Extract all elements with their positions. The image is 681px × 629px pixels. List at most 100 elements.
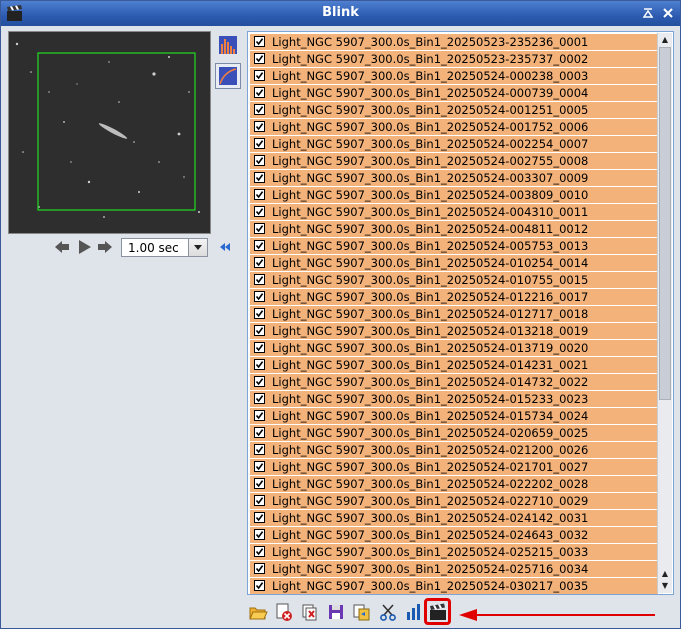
checkbox[interactable] [254,138,265,149]
checkbox[interactable] [254,495,265,506]
checkbox[interactable] [254,393,265,404]
shade-icon[interactable] [641,6,655,20]
list-item[interactable]: Light_NGC 5907_300.0s_Bin1_20250524-0212… [250,442,658,459]
checkbox[interactable] [254,291,265,302]
checkbox[interactable] [254,240,265,251]
list-item[interactable]: Light_NGC 5907_300.0s_Bin1_20250524-0142… [250,357,658,374]
list-item[interactable]: Light_NGC 5907_300.0s_Bin1_20250524-0222… [250,476,658,493]
list-item[interactable]: Light_NGC 5907_300.0s_Bin1_20250524-0038… [250,187,658,204]
file-name: Light_NGC 5907_300.0s_Bin1_20250524-0157… [272,409,589,423]
checkbox[interactable] [254,308,265,319]
file-name: Light_NGC 5907_300.0s_Bin1_20250524-0102… [272,256,589,270]
list-item[interactable]: Light_NGC 5907_300.0s_Bin1_20250524-0252… [250,544,658,561]
checkbox[interactable] [254,529,265,540]
close-icon[interactable] [661,6,675,20]
list-item[interactable]: Light_NGC 5907_300.0s_Bin1_20250524-0007… [250,85,658,102]
scroll-down-icon[interactable]: ▼ [659,580,671,592]
scroll-up-icon-2[interactable]: ▲ [659,568,671,580]
checkbox[interactable] [254,546,265,557]
save-icon[interactable] [326,602,346,622]
checkbox[interactable] [254,342,265,353]
next-image-icon[interactable] [96,238,114,256]
interval-select[interactable]: 1.00 sec [121,238,208,257]
file-name: Light_NGC 5907_300.0s_Bin1_20250524-0107… [272,273,589,287]
checkbox[interactable] [254,444,265,455]
file-name: Light_NGC 5907_300.0s_Bin1_20250524-0302… [272,579,589,593]
crop-icon[interactable] [378,602,398,622]
close-selected-icon[interactable] [274,602,294,622]
file-name: Light_NGC 5907_300.0s_Bin1_20250524-0147… [272,375,589,389]
checkbox[interactable] [254,325,265,336]
checkbox[interactable] [254,206,265,217]
close-all-icon[interactable] [300,602,320,622]
preview-image[interactable] [8,31,211,234]
checkbox[interactable] [254,410,265,421]
list-item[interactable]: Light_NGC 5907_300.0s_Bin1_20250524-0257… [250,561,658,578]
checkbox[interactable] [254,512,265,523]
list-item[interactable]: Light_NGC 5907_300.0s_Bin1_20250523-2357… [250,51,658,68]
list-item[interactable]: Light_NGC 5907_300.0s_Bin1_20250524-0246… [250,527,658,544]
checkbox[interactable] [254,274,265,285]
list-item[interactable]: Light_NGC 5907_300.0s_Bin1_20250524-0002… [250,68,658,85]
rewind-icon[interactable] [216,238,234,256]
list-item[interactable]: Light_NGC 5907_300.0s_Bin1_20250524-0147… [250,374,658,391]
list-item[interactable]: Light_NGC 5907_300.0s_Bin1_20250524-0122… [250,289,658,306]
checkbox[interactable] [254,36,265,47]
checkbox[interactable] [254,580,265,591]
vertical-scrollbar[interactable]: ▲ ▲ ▼ [657,33,672,593]
list-item[interactable]: Light_NGC 5907_300.0s_Bin1_20250524-0022… [250,136,658,153]
checkbox[interactable] [254,359,265,370]
checkbox[interactable] [254,121,265,132]
list-item[interactable]: Light_NGC 5907_300.0s_Bin1_20250524-0017… [250,119,658,136]
scrollbar-thumb[interactable] [659,47,671,400]
list-item[interactable]: Light_NGC 5907_300.0s_Bin1_20250524-0302… [250,578,658,594]
checkbox[interactable] [254,70,265,81]
list-item[interactable]: Light_NGC 5907_300.0s_Bin1_20250524-0107… [250,272,658,289]
list-item[interactable]: Light_NGC 5907_300.0s_Bin1_20250524-0057… [250,238,658,255]
histogram-icon[interactable] [215,32,241,58]
title-bar[interactable]: Blink [1,1,680,26]
auto-stretch-icon[interactable] [215,63,241,89]
list-item[interactable]: Light_NGC 5907_300.0s_Bin1_20250524-0152… [250,391,658,408]
play-icon[interactable] [75,238,93,256]
checkbox[interactable] [254,155,265,166]
list-item[interactable]: Light_NGC 5907_300.0s_Bin1_20250524-0206… [250,425,658,442]
list-item[interactable]: Light_NGC 5907_300.0s_Bin1_20250524-0137… [250,340,658,357]
checkbox[interactable] [254,376,265,387]
folder-open-icon[interactable] [248,602,268,622]
list-item[interactable]: Light_NGC 5907_300.0s_Bin1_20250524-0217… [250,459,658,476]
file-list[interactable]: Light_NGC 5907_300.0s_Bin1_20250523-2352… [247,31,674,595]
list-item[interactable]: Light_NGC 5907_300.0s_Bin1_20250524-0241… [250,510,658,527]
checkbox[interactable] [254,104,265,115]
file-name: Light_NGC 5907_300.0s_Bin1_20250524-0007… [272,86,589,100]
copy-to-icon[interactable] [352,602,372,622]
file-name: Light_NGC 5907_300.0s_Bin1_20250524-0038… [272,188,589,202]
list-item[interactable]: Light_NGC 5907_300.0s_Bin1_20250524-0012… [250,102,658,119]
checkbox[interactable] [254,461,265,472]
list-item[interactable]: Light_NGC 5907_300.0s_Bin1_20250524-0048… [250,221,658,238]
checkbox[interactable] [254,53,265,64]
checkbox[interactable] [254,223,265,234]
list-item[interactable]: Light_NGC 5907_300.0s_Bin1_20250524-0043… [250,204,658,221]
checkbox[interactable] [254,427,265,438]
list-item[interactable]: Light_NGC 5907_300.0s_Bin1_20250524-0227… [250,493,658,510]
checkbox[interactable] [254,189,265,200]
checkbox[interactable] [254,478,265,489]
checkbox[interactable] [254,257,265,268]
list-item[interactable]: Light_NGC 5907_300.0s_Bin1_20250524-0033… [250,170,658,187]
movie-button-highlight [424,598,451,625]
checkbox[interactable] [254,563,265,574]
previous-image-icon[interactable] [53,238,71,256]
checkbox[interactable] [254,172,265,183]
list-item[interactable]: Light_NGC 5907_300.0s_Bin1_20250524-0127… [250,306,658,323]
list-item[interactable]: Light_NGC 5907_300.0s_Bin1_20250523-2352… [250,34,658,51]
checkbox[interactable] [254,87,265,98]
chevron-down-icon[interactable] [188,239,207,256]
list-item[interactable]: Light_NGC 5907_300.0s_Bin1_20250524-0027… [250,153,658,170]
statistics-icon[interactable] [404,602,424,622]
pointer-arrow [459,609,655,621]
list-item[interactable]: Light_NGC 5907_300.0s_Bin1_20250524-0132… [250,323,658,340]
list-item[interactable]: Light_NGC 5907_300.0s_Bin1_20250524-0102… [250,255,658,272]
list-item[interactable]: Light_NGC 5907_300.0s_Bin1_20250524-0157… [250,408,658,425]
scroll-up-icon[interactable]: ▲ [659,34,671,46]
